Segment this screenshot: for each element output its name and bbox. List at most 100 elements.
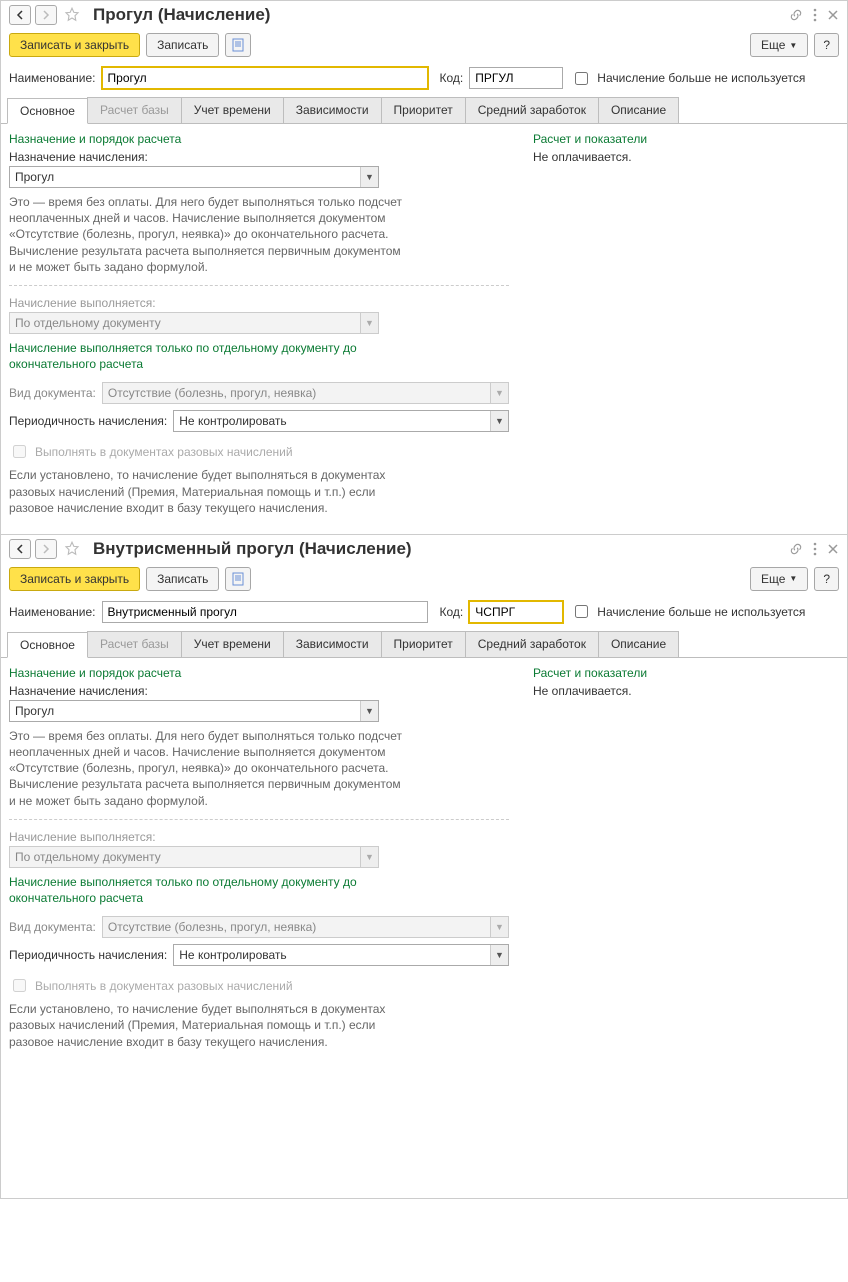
tab-avg[interactable]: Средний заработок (465, 631, 599, 657)
tab-main[interactable]: Основное (7, 632, 88, 658)
nav-back-button[interactable] (9, 5, 31, 25)
period-row: Периодичность начисления: Не контролиров… (9, 944, 509, 966)
divider (9, 819, 509, 820)
chevron-down-icon: ▼ (490, 945, 508, 965)
not-used-checkbox[interactable] (575, 605, 588, 618)
name-input[interactable] (102, 67, 428, 89)
document-icon-button[interactable] (225, 567, 251, 591)
assign-label: Назначение начисления: (9, 684, 509, 698)
tab-main[interactable]: Основное (7, 98, 88, 124)
more-button[interactable]: Еще ▼ (750, 33, 808, 57)
more-icon[interactable] (813, 8, 817, 22)
exec-description: Начисление выполняется только по отдельн… (9, 340, 409, 372)
assign-select[interactable]: Прогул ▼ (9, 700, 379, 722)
onetime-description: Если установлено, то начисление будет вы… (9, 1001, 409, 1050)
doc-select-value: Отсутствие (болезнь, прогул, неявка) (103, 917, 490, 937)
assign-section-title: Назначение и порядок расчета (9, 666, 509, 680)
close-icon[interactable] (827, 543, 839, 555)
favorite-icon[interactable] (63, 540, 81, 558)
assign-label: Назначение начисления: (9, 150, 509, 164)
doc-select: Отсутствие (болезнь, прогул, неявка) ▼ (102, 916, 509, 938)
window-2: Внутрисменный прогул (Начисление) Записа… (0, 535, 848, 1199)
code-input[interactable] (469, 601, 563, 623)
document-icon-button[interactable] (225, 33, 251, 57)
save-button[interactable]: Записать (146, 567, 219, 591)
assign-description: Это — время без оплаты. Для него будет в… (9, 194, 409, 275)
code-label: Код: (440, 71, 464, 85)
assign-select[interactable]: Прогул ▼ (9, 166, 379, 188)
toolbar: Записать и закрыть Записать Еще ▼ ? (1, 565, 847, 599)
doc-label: Вид документа: (9, 386, 96, 400)
name-label: Наименование: (9, 71, 96, 85)
divider (9, 285, 509, 286)
close-icon[interactable] (827, 9, 839, 21)
right-column: Расчет и показатели Не оплачивается. (533, 666, 839, 1060)
nav-forward-button[interactable] (35, 5, 57, 25)
doc-row: Вид документа: Отсутствие (болезнь, прог… (9, 382, 509, 404)
code-input[interactable] (469, 67, 563, 89)
exec-select-value: По отдельному документу (10, 847, 360, 867)
assign-select-value: Прогул (10, 701, 360, 721)
more-button[interactable]: Еще ▼ (750, 567, 808, 591)
tab-avg[interactable]: Средний заработок (465, 97, 599, 123)
chevron-down-icon: ▼ (360, 847, 378, 867)
not-used-label: Начисление больше не используется (597, 605, 805, 619)
help-button[interactable]: ? (814, 33, 839, 57)
chevron-down-icon: ▼ (490, 383, 508, 403)
period-label: Периодичность начисления: (9, 948, 167, 962)
onetime-description: Если установлено, то начисление будет вы… (9, 467, 409, 516)
name-input[interactable] (102, 601, 428, 623)
exec-label: Начисление выполняется: (9, 296, 509, 310)
tab-base[interactable]: Расчет базы (87, 631, 182, 657)
tab-priority[interactable]: Приоритет (381, 97, 466, 123)
tab-content: Назначение и порядок расчета Назначение … (1, 124, 847, 534)
help-button[interactable]: ? (814, 567, 839, 591)
period-select[interactable]: Не контролировать ▼ (173, 944, 509, 966)
tab-desc[interactable]: Описание (598, 631, 679, 657)
nav-forward-button[interactable] (35, 539, 57, 559)
nav-back-button[interactable] (9, 539, 31, 559)
tab-priority[interactable]: Приоритет (381, 631, 466, 657)
code-label: Код: (440, 605, 464, 619)
calc-text: Не оплачивается. (533, 684, 839, 698)
calc-text: Не оплачивается. (533, 150, 839, 164)
tab-bar: Основное Расчет базы Учет времени Зависи… (1, 631, 847, 658)
tab-desc[interactable]: Описание (598, 97, 679, 123)
save-close-button[interactable]: Записать и закрыть (9, 33, 140, 57)
tab-base[interactable]: Расчет базы (87, 97, 182, 123)
tab-deps[interactable]: Зависимости (283, 631, 382, 657)
onetime-row: Выполнять в документах разовых начислени… (9, 442, 509, 461)
more-icon[interactable] (813, 542, 817, 556)
onetime-checkbox (13, 979, 26, 992)
link-icon[interactable] (789, 542, 803, 556)
window-title: Прогул (Начисление) (93, 5, 270, 25)
tab-time[interactable]: Учет времени (181, 97, 284, 123)
calc-section-title: Расчет и показатели (533, 132, 839, 146)
favorite-icon[interactable] (63, 6, 81, 24)
doc-select-value: Отсутствие (болезнь, прогул, неявка) (103, 383, 490, 403)
window-1: Прогул (Начисление) Записать и закрыть З… (0, 0, 848, 535)
exec-select-value: По отдельному документу (10, 313, 360, 333)
period-select-value: Не контролировать (174, 945, 490, 965)
assign-select-value: Прогул (10, 167, 360, 187)
not-used-checkbox[interactable] (575, 72, 588, 85)
window-title: Внутрисменный прогул (Начисление) (93, 539, 412, 559)
period-select-value: Не контролировать (174, 411, 490, 431)
exec-select: По отдельному документу ▼ (9, 846, 379, 868)
chevron-down-icon: ▼ (490, 411, 508, 431)
tab-time[interactable]: Учет времени (181, 631, 284, 657)
titlebar: Внутрисменный прогул (Начисление) (1, 535, 847, 565)
tab-content: Назначение и порядок расчета Назначение … (1, 658, 847, 1068)
period-select[interactable]: Не контролировать ▼ (173, 410, 509, 432)
save-close-button[interactable]: Записать и закрыть (9, 567, 140, 591)
doc-label: Вид документа: (9, 920, 96, 934)
name-code-row: Наименование: Код: Начисление больше не … (1, 65, 847, 97)
left-column: Назначение и порядок расчета Назначение … (9, 666, 509, 1060)
save-button[interactable]: Записать (146, 33, 219, 57)
name-label: Наименование: (9, 605, 96, 619)
tab-deps[interactable]: Зависимости (283, 97, 382, 123)
link-icon[interactable] (789, 8, 803, 22)
chevron-down-icon: ▼ (360, 313, 378, 333)
assign-section-title: Назначение и порядок расчета (9, 132, 509, 146)
doc-row: Вид документа: Отсутствие (болезнь, прог… (9, 916, 509, 938)
